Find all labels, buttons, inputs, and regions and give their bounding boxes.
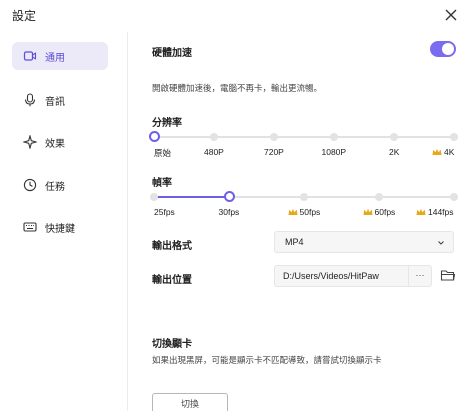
slider-stop[interactable] bbox=[330, 133, 338, 141]
slider-stop[interactable] bbox=[450, 133, 458, 141]
premium-crown-icon bbox=[432, 148, 442, 155]
frame-rate-slider[interactable] bbox=[150, 191, 458, 203]
resolution-options: 原始 480P 720P 1080P 2K 4K bbox=[154, 147, 454, 159]
resolution-label: 分辨率 bbox=[152, 118, 182, 129]
title-bar: 設定 bbox=[0, 0, 474, 32]
premium-crown-icon bbox=[363, 208, 372, 215]
frame-rate-label: 幀率 bbox=[152, 178, 172, 189]
output-location-path: D:/Users/Videos/HitPaw bbox=[283, 271, 379, 281]
toggle-knob bbox=[442, 43, 454, 55]
output-location-label: 輸出位置 bbox=[152, 275, 192, 286]
slider-stop[interactable] bbox=[390, 133, 398, 141]
browse-more-button[interactable]: ··· bbox=[408, 265, 432, 287]
slider-fill bbox=[154, 196, 229, 198]
slider-option-label: 4K bbox=[432, 147, 454, 157]
switch-graphics-card-button[interactable]: 切換 bbox=[152, 393, 228, 411]
slider-option-label: 50fps bbox=[288, 207, 320, 217]
sidebar-item-shortcuts[interactable]: 快捷鍵 bbox=[12, 213, 108, 241]
sidebar-item-tasks[interactable]: 任務 bbox=[12, 171, 108, 199]
sidebar-item-audio[interactable]: 音訊 bbox=[12, 86, 108, 114]
output-format-select[interactable]: MP4 bbox=[274, 231, 454, 253]
close-icon bbox=[445, 9, 457, 21]
clock-icon bbox=[23, 178, 37, 192]
slider-option-label: 原始 bbox=[154, 148, 172, 158]
sidebar-item-label: 通用 bbox=[45, 52, 65, 64]
window-title: 設定 bbox=[12, 9, 37, 23]
premium-crown-icon bbox=[288, 208, 297, 215]
sidebar-item-label: 效果 bbox=[45, 138, 65, 150]
sidebar-item-effects[interactable]: 效果 bbox=[12, 128, 108, 156]
slider-option-label: 2K bbox=[389, 147, 400, 157]
output-format-value: MP4 bbox=[285, 237, 304, 247]
slider-track bbox=[154, 136, 454, 138]
slider-stop[interactable] bbox=[375, 193, 383, 201]
sidebar-item-label: 音訊 bbox=[45, 96, 65, 108]
slider-knob[interactable] bbox=[148, 131, 160, 142]
chevron-down-icon bbox=[438, 241, 444, 245]
slider-stop[interactable] bbox=[150, 193, 158, 201]
slider-stop[interactable] bbox=[450, 193, 458, 201]
slider-option-label: 144fps bbox=[416, 207, 454, 217]
premium-crown-icon bbox=[416, 208, 426, 215]
slider-option-label: 25fps bbox=[154, 207, 175, 217]
sidebar: 通用 音訊 效果 任務 快捷鍵 bbox=[0, 32, 128, 411]
resolution-slider[interactable] bbox=[148, 131, 458, 143]
graphics-card-label: 切換顯卡 bbox=[152, 339, 192, 350]
open-folder-button[interactable] bbox=[440, 268, 456, 282]
output-format-label: 輸出格式 bbox=[152, 241, 192, 252]
slider-option-label: 720P bbox=[264, 147, 284, 157]
close-button[interactable] bbox=[440, 4, 462, 26]
settings-panel: 硬體加速 開啟硬體加速後，電腦不再卡，輸出更流暢。 分辨率 原始 480P 720P… bbox=[128, 32, 474, 411]
slider-stop[interactable] bbox=[210, 133, 218, 141]
folder-icon bbox=[440, 270, 456, 281]
sidebar-item-label: 快捷鍵 bbox=[45, 223, 75, 235]
hardware-acceleration-description: 開啟硬體加速後，電腦不再卡，輸出更流暢。 bbox=[152, 83, 323, 93]
sidebar-item-general[interactable]: 通用 bbox=[12, 42, 108, 70]
hardware-acceleration-label: 硬體加速 bbox=[152, 48, 192, 59]
effects-sparkle-icon bbox=[21, 133, 39, 151]
slider-option-label: 1080P bbox=[321, 147, 347, 157]
slider-stop[interactable] bbox=[270, 133, 278, 141]
hardware-acceleration-toggle[interactable] bbox=[430, 41, 456, 57]
slider-option-label: 30fps bbox=[218, 207, 240, 217]
slider-knob[interactable] bbox=[223, 191, 235, 202]
graphics-card-description: 如果出現黑屏，可能是顯示卡不匹配導致，請嘗試切換顯示卡 bbox=[152, 355, 382, 365]
slider-option-label: 480P bbox=[204, 147, 224, 157]
keyboard-icon bbox=[23, 220, 37, 234]
slider-option-label: 60fps bbox=[363, 207, 395, 217]
general-icon bbox=[23, 49, 37, 63]
frame-rate-options: 25fps 30fps 50fps 60fps 144fps bbox=[154, 207, 454, 219]
microphone-icon bbox=[23, 93, 37, 107]
slider-stop[interactable] bbox=[300, 193, 308, 201]
output-location-field[interactable]: D:/Users/Videos/HitPaw bbox=[274, 265, 408, 287]
sidebar-item-label: 任務 bbox=[45, 181, 65, 193]
